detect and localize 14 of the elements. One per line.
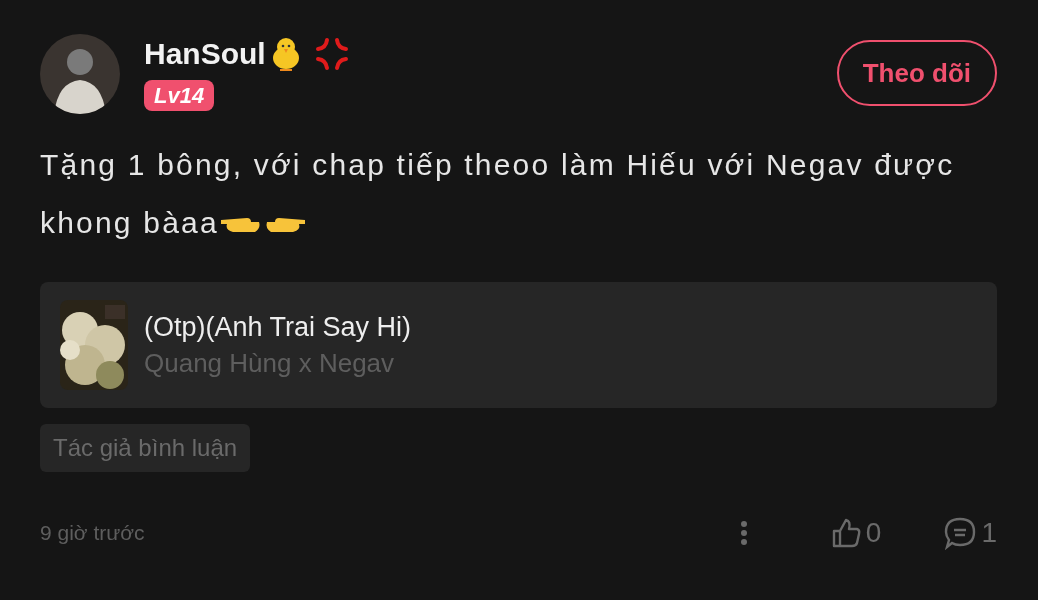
username[interactable]: HanSoul — [144, 37, 266, 71]
story-authors: Quang Hùng x Negav — [144, 347, 396, 380]
comment-icon[interactable] — [943, 516, 978, 550]
author-tag: Tác giả bình luận — [40, 424, 251, 472]
story-title: (Otp)(Anh Trai Say Hi) — [144, 311, 412, 344]
more-icon[interactable] — [739, 520, 748, 546]
level-badge: Lv14 — [144, 80, 215, 111]
anger-icon — [313, 36, 350, 72]
reply-count: 1 — [981, 516, 997, 550]
comment-text: Tặng 1 bông, với chap tiếp theoo làm Hiếu với Negav được khong bàaa — [40, 147, 956, 241]
like-count: 0 — [865, 516, 882, 550]
timestamp: 9 giờ trước — [40, 520, 145, 547]
follow-button[interactable]: Theo dõi — [836, 40, 997, 106]
story-card[interactable]: (Otp)(Anh Trai Say Hi) Quang Hùng x Negav — [40, 282, 997, 408]
